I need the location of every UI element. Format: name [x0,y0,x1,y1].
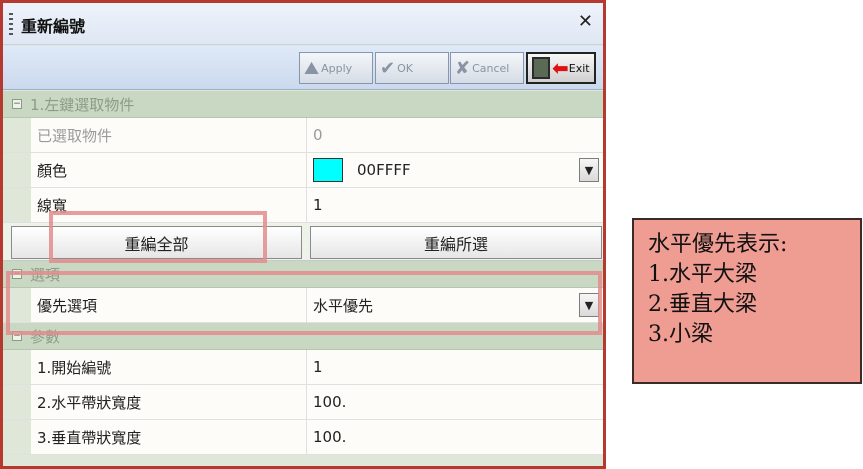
renumber-panel: 重新編號 ✕ ⛰ Apply ✔ OK ✘ Cancel ⬅ Exit − 1.… [0,0,606,469]
note-line: 2.垂直大梁 [648,292,757,317]
apply-button[interactable]: ⛰ Apply [299,52,373,84]
selected-count-value: 0 [307,118,603,152]
color-swatch[interactable] [313,158,343,182]
apply-icon: ⛰ [304,57,320,79]
close-icon[interactable]: ✕ [578,11,593,32]
property-key: 2.水平帶狀寬度 [31,385,307,419]
title-bar[interactable]: 重新編號 ✕ [3,3,603,45]
cancel-label: Cancel [472,61,510,75]
ok-label: OK [397,61,413,75]
line-width-field[interactable]: 1 [307,188,603,222]
apply-label: Apply [321,61,353,75]
dropdown-arrow-icon[interactable]: ▼ [579,158,599,182]
property-key: 已選取物件 [31,118,307,152]
note-line: 3.小梁 [648,322,713,347]
category-pick-objects[interactable]: − 1.左鍵選取物件 [3,91,603,118]
renumber-selected-button[interactable]: 重編所選 [310,226,602,259]
note-line: 1.水平大梁 [648,262,757,287]
property-row: 2.水平帶狀寬度 100. [3,385,603,420]
checkmark-icon: ✔ [380,57,396,79]
exit-button[interactable]: ⬅ Exit [526,52,596,84]
annotation-note: 水平優先表示: 1.水平大梁 2.垂直大梁 3.小梁 [632,218,862,384]
property-row: 已選取物件 0 [3,118,603,153]
property-row: 1.開始編號 1 [3,350,603,385]
cancel-button[interactable]: ✘ Cancel [450,52,524,84]
category-label: 1.左鍵選取物件 [30,95,135,114]
property-key: 3.垂直帶狀寬度 [31,420,307,454]
door-icon [532,57,550,79]
property-key: 顏色 [31,153,307,187]
x-icon: ✘ [455,57,471,79]
collapse-icon[interactable]: − [12,99,22,109]
drag-grip-icon[interactable] [9,13,13,35]
window-title: 重新編號 [21,17,86,36]
highlight-box-options [6,271,602,335]
property-key: 1.開始編號 [31,350,307,384]
highlight-box-renumber-all [49,211,267,263]
arrow-left-icon: ⬅ [552,56,569,80]
color-field[interactable]: 00FFFF ▼ [307,153,603,187]
toolbar: ⛰ Apply ✔ OK ✘ Cancel ⬅ Exit [3,46,603,90]
property-row: 顏色 00FFFF ▼ [3,153,603,188]
color-value: 00FFFF [357,161,411,179]
vertical-band-width-field[interactable]: 100. [307,420,603,454]
note-line: 水平優先表示: [648,232,788,257]
horizontal-band-width-field[interactable]: 100. [307,385,603,419]
ok-button[interactable]: ✔ OK [375,52,449,84]
property-row: 3.垂直帶狀寬度 100. [3,420,603,455]
start-number-field[interactable]: 1 [307,350,603,384]
exit-label: Exit [568,61,590,75]
